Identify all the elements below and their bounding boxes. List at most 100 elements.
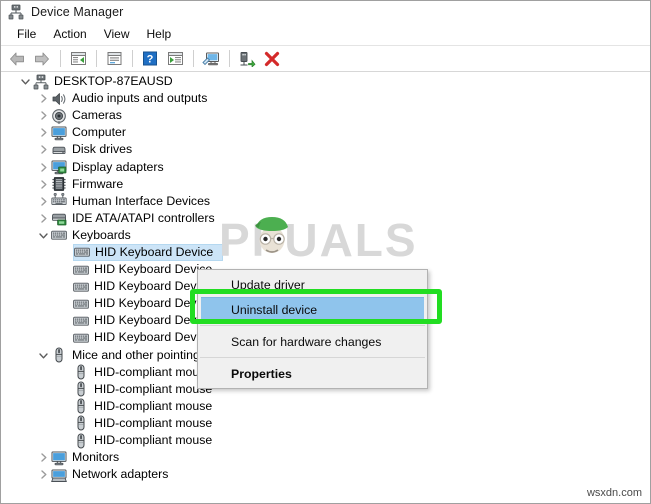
tree-row[interactable]: Audio inputs and outputs — [2, 90, 650, 107]
no-chevron-spacer — [57, 244, 73, 260]
tree-row-label: Human Interface Devices — [72, 193, 211, 208]
tree-row-label: Keyboards — [72, 227, 131, 242]
context-menu-item[interactable]: Uninstall device — [201, 297, 424, 322]
svg-text:?: ? — [147, 54, 154, 66]
mouse-icon — [73, 381, 89, 397]
tree-row[interactable]: Cameras — [2, 107, 650, 124]
monitor-icon — [51, 450, 67, 466]
tree-row[interactable]: Monitors — [2, 449, 650, 466]
device-manager-window: Device Manager File Action View Help ? D… — [0, 0, 651, 504]
tree-row-label: Monitors — [72, 450, 120, 465]
properties-icon[interactable] — [102, 48, 126, 70]
tree-row-content: Firmware — [51, 176, 132, 193]
tree-row[interactable]: Disk drives — [2, 141, 650, 158]
tree-row[interactable]: Keyboards — [2, 227, 650, 244]
chevron-right-icon[interactable] — [35, 450, 51, 466]
mouse-icon — [73, 433, 89, 449]
tree-row[interactable]: HID-compliant mouse — [2, 432, 650, 449]
ide-controller-icon — [51, 210, 67, 226]
tree-row-content: Display adapters — [51, 159, 173, 176]
tree-row[interactable]: Firmware — [2, 176, 650, 193]
menu-file[interactable]: File — [9, 25, 45, 43]
keyboard-icon — [74, 244, 90, 260]
display-adapter-icon — [51, 159, 67, 175]
tree-row[interactable]: IDE ATA/ATAPI controllers — [2, 210, 650, 227]
tree-row-label: Display adapters — [72, 159, 164, 174]
tree-row-content: HID-compliant mouse — [73, 415, 221, 432]
context-menu-item[interactable]: Update driver — [198, 272, 427, 297]
tree-row-label: Computer — [72, 125, 126, 140]
tree-row[interactable]: Network adapters — [2, 466, 650, 483]
site-watermark: wsxdn.com — [586, 487, 642, 499]
toolbar-separator-2 — [96, 50, 97, 67]
toolbar-separator-4 — [193, 50, 194, 67]
toolbar-separator-3 — [132, 50, 133, 67]
menu-help[interactable]: Help — [139, 25, 181, 43]
chevron-right-icon[interactable] — [35, 210, 51, 226]
tree-row-content: HID-compliant mouse — [73, 432, 221, 449]
no-chevron-spacer — [57, 330, 73, 346]
chevron-right-icon[interactable] — [35, 193, 51, 209]
toolbar-separator-5 — [229, 50, 230, 67]
no-chevron-spacer — [57, 262, 73, 278]
tree-row[interactable]: HID-compliant mouse — [2, 415, 650, 432]
back-icon[interactable] — [5, 48, 29, 70]
menu-action[interactable]: Action — [45, 25, 95, 43]
monitor-icon — [51, 125, 67, 141]
help-icon[interactable]: ? — [138, 48, 162, 70]
tree-row[interactable]: DESKTOP-87EAUSD — [2, 73, 650, 90]
menu-view[interactable]: View — [96, 25, 139, 43]
chevron-right-icon[interactable] — [35, 108, 51, 124]
chevron-right-icon[interactable] — [35, 176, 51, 192]
tree-row[interactable]: Computer — [2, 124, 650, 141]
speaker-icon — [51, 91, 67, 107]
no-chevron-spacer — [57, 364, 73, 380]
tree-row[interactable]: Display adapters — [2, 158, 650, 176]
chevron-right-icon[interactable] — [35, 159, 51, 175]
forward-icon[interactable] — [30, 48, 54, 70]
context-menu-separator — [200, 325, 425, 326]
chevron-right-icon[interactable] — [35, 125, 51, 141]
chevron-right-icon[interactable] — [35, 142, 51, 158]
chevron-down-icon[interactable] — [17, 74, 33, 90]
no-chevron-spacer — [57, 381, 73, 397]
mouse-icon — [51, 347, 67, 363]
mouse-icon — [73, 398, 89, 414]
chevron-down-icon[interactable] — [35, 227, 51, 243]
update-driver-icon[interactable] — [163, 48, 187, 70]
chevron-right-icon[interactable] — [35, 467, 51, 483]
context-menu-item[interactable]: Scan for hardware changes — [198, 329, 427, 354]
no-chevron-spacer — [57, 296, 73, 312]
tree-row-content: Disk drives — [51, 141, 141, 158]
camera-icon — [51, 108, 67, 124]
keyboard-icon — [51, 227, 67, 243]
enable-device-icon[interactable] — [235, 48, 259, 70]
no-chevron-spacer — [57, 313, 73, 329]
show-hidden-devices-icon[interactable] — [66, 48, 90, 70]
tree-row[interactable]: Human Interface Devices — [2, 193, 650, 210]
hid-icon — [51, 193, 67, 209]
window-title: Device Manager — [31, 5, 124, 19]
tree-row[interactable]: HID-compliant mouse — [2, 398, 650, 415]
tree-row-content: Network adapters — [51, 466, 177, 483]
context-menu[interactable]: Update driver Uninstall device Scan for ha… — [197, 269, 428, 389]
chevron-right-icon[interactable] — [35, 91, 51, 107]
network-adapter-icon — [51, 467, 67, 483]
tree-row-label: HID-compliant mouse — [94, 433, 213, 448]
no-chevron-spacer — [57, 415, 73, 431]
keyboard-icon — [73, 262, 89, 278]
context-menu-item-label: Scan for hardware changes — [231, 334, 382, 349]
tree-row-content: Human Interface Devices — [51, 193, 219, 210]
toolbar-separator-1 — [60, 50, 61, 67]
tree-row-content: IDE ATA/ATAPI controllers — [51, 210, 224, 227]
uninstall-device-icon[interactable] — [260, 48, 284, 70]
scan-for-hardware-changes-icon[interactable] — [199, 48, 223, 70]
context-menu-item[interactable]: Properties — [198, 361, 427, 386]
tree-row-label: Audio inputs and outputs — [72, 91, 208, 106]
chevron-down-icon[interactable] — [35, 347, 51, 363]
tree-row-content: DESKTOP-87EAUSD — [33, 73, 182, 90]
tree-row[interactable]: HID Keyboard Device — [2, 243, 650, 261]
no-chevron-spacer — [57, 398, 73, 414]
tree-row-label: HID-compliant mouse — [94, 415, 213, 430]
tree-row-content: Keyboards — [51, 227, 140, 244]
